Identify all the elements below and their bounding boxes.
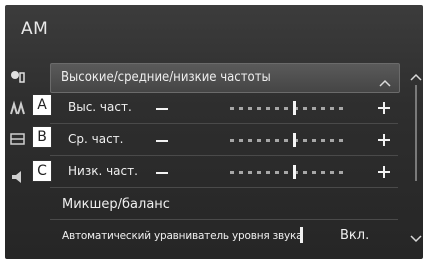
level-step: [302, 171, 307, 174]
level-step: [329, 171, 334, 174]
tone-header-label: Высокие/средние/низкие частоты: [61, 70, 271, 85]
minus-button[interactable]: [156, 172, 168, 174]
level-step: [266, 107, 271, 110]
bass-icon: [9, 168, 27, 186]
callout-a: A: [32, 94, 52, 116]
plus-button[interactable]: [378, 134, 390, 146]
level-step: [311, 139, 316, 142]
level-step: [338, 107, 343, 110]
eq-row-label: Низк. част.: [68, 164, 138, 178]
auto-level-label: Автоматический уравниватель уровня звука: [62, 230, 303, 242]
tone-header-row[interactable]: Высокие/средние/низкие частоты: [50, 63, 400, 93]
eq-row-mid: Ср. част.: [50, 126, 398, 154]
mixer-balance-item[interactable]: Микшер/баланс: [50, 191, 398, 219]
level-slider[interactable]: [230, 133, 348, 147]
callout-b: B: [32, 126, 52, 148]
minus-button[interactable]: [156, 108, 168, 110]
level-slider[interactable]: [230, 165, 348, 179]
eq-row-label: Выс. част.: [68, 100, 132, 114]
plus-button[interactable]: [378, 102, 390, 114]
chevron-up-icon[interactable]: [379, 72, 391, 91]
level-slider[interactable]: [230, 101, 348, 115]
treble-icon: [9, 100, 27, 118]
level-step: [320, 107, 325, 110]
level-step: [275, 139, 280, 142]
level-step: [320, 171, 325, 174]
level-step: [329, 107, 334, 110]
level-step: [275, 171, 280, 174]
level-step: [266, 139, 271, 142]
level-step: [302, 107, 307, 110]
auto-level-item[interactable]: Автоматический уравниватель уровня звука…: [50, 222, 398, 250]
scroll-up-icon[interactable]: [409, 67, 423, 86]
level-step: [266, 171, 271, 174]
level-marker[interactable]: [292, 101, 296, 115]
level-step: [284, 171, 289, 174]
level-step: [338, 139, 343, 142]
mid-icon: [9, 130, 27, 148]
level-step: [284, 107, 289, 110]
audio-settings-screen: AM Высокие/средние/низкие частоты Выс. ч…: [5, 5, 423, 259]
level-marker[interactable]: [292, 165, 296, 179]
minus-button[interactable]: [156, 140, 168, 142]
level-step: [239, 107, 244, 110]
level-step: [239, 139, 244, 142]
page-title: AM: [21, 19, 49, 39]
divider: [50, 219, 398, 220]
mixer-balance-label: Микшер/баланс: [62, 197, 170, 212]
level-step: [257, 107, 262, 110]
level-step: [248, 139, 253, 142]
level-step: [311, 171, 316, 174]
scrollbar[interactable]: [415, 85, 417, 181]
level-step: [230, 107, 234, 110]
level-step: [230, 139, 234, 142]
level-step: [320, 139, 325, 142]
eq-row-label: Ср. част.: [68, 132, 124, 146]
level-step: [302, 139, 307, 142]
speaker-tone-icon: [9, 67, 27, 85]
level-step: [257, 139, 262, 142]
callout-c: C: [32, 160, 52, 182]
level-step: [239, 171, 244, 174]
level-marker[interactable]: [292, 133, 296, 147]
level-step: [257, 171, 262, 174]
level-step: [284, 139, 289, 142]
plus-button[interactable]: [378, 166, 390, 178]
auto-level-value: Вкл.: [340, 228, 370, 243]
divider: [50, 187, 398, 188]
level-step: [248, 107, 253, 110]
eq-row-treble: Выс. част.: [50, 94, 398, 122]
level-step: [275, 107, 280, 110]
auto-level-toggle-indicator: [300, 227, 303, 243]
divider: [50, 155, 398, 156]
level-step: [248, 171, 253, 174]
eq-row-bass: Низк. част.: [50, 158, 398, 186]
level-step: [311, 107, 316, 110]
level-step: [230, 171, 234, 174]
level-step: [329, 139, 334, 142]
scroll-down-icon[interactable]: [409, 229, 423, 248]
divider: [50, 123, 398, 124]
level-step: [338, 171, 343, 174]
